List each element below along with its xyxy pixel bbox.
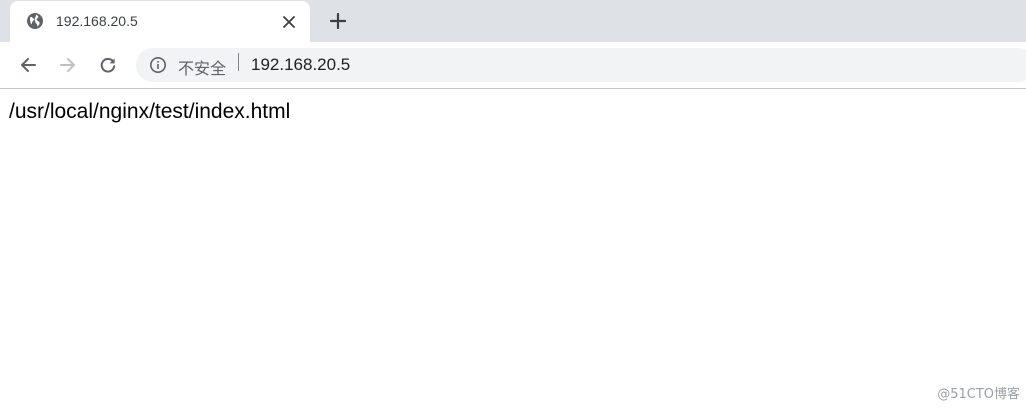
reload-icon[interactable] xyxy=(96,53,120,77)
globe-icon xyxy=(26,12,44,30)
tab-title: 192.168.20.5 xyxy=(56,13,138,29)
browser-toolbar: 不安全 192.168.20.5 xyxy=(0,42,1026,89)
info-icon[interactable] xyxy=(149,56,167,74)
security-status-label[interactable]: 不安全 xyxy=(178,55,226,79)
close-icon[interactable] xyxy=(280,13,298,31)
forward-arrow-icon[interactable] xyxy=(56,53,80,77)
watermark: @51CTO博客 xyxy=(937,387,1020,402)
page-content: /usr/local/nginx/test/index.html xyxy=(0,89,1026,408)
omnibox-separator xyxy=(238,53,239,71)
address-bar[interactable]: 不安全 192.168.20.5 xyxy=(136,48,1026,82)
new-tab-icon[interactable] xyxy=(326,9,350,33)
url-text[interactable]: 192.168.20.5 xyxy=(251,55,350,75)
active-tab[interactable]: 192.168.20.5 xyxy=(10,1,310,42)
page-body-text: /usr/local/nginx/test/index.html xyxy=(9,100,291,123)
back-arrow-icon[interactable] xyxy=(16,53,40,77)
tab-strip: 192.168.20.5 xyxy=(0,0,1026,42)
